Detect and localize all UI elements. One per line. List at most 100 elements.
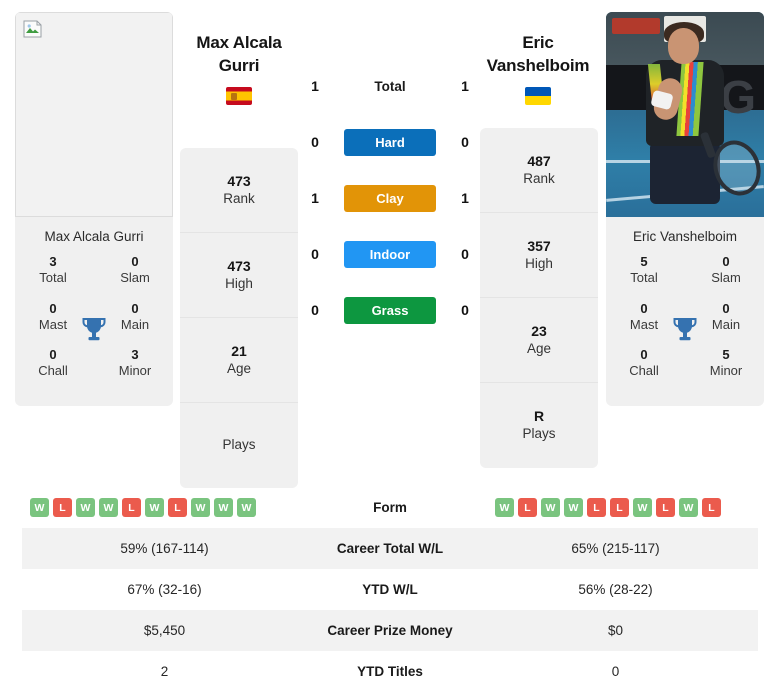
form-badge-loss: L bbox=[122, 498, 141, 517]
value: 3 bbox=[131, 347, 139, 362]
titles-chall-left: 0 Chall bbox=[21, 347, 85, 380]
surface-left-count: 0 bbox=[311, 134, 319, 150]
form-badge-win: W bbox=[495, 498, 514, 517]
label: High bbox=[225, 275, 253, 291]
banner-logo-letter: G bbox=[720, 70, 756, 123]
value: 473 bbox=[227, 257, 251, 274]
label: Plays bbox=[522, 426, 556, 442]
player-comparison-area: Max Alcala Gurri 3 Total 0 Slam 0 Mast 0… bbox=[0, 0, 779, 488]
trophy-icon bbox=[82, 318, 106, 341]
stat-column-right: 487 Rank 357 High 23 Age R Plays bbox=[480, 128, 598, 468]
career-prize-money-left: $5,450 bbox=[143, 623, 186, 638]
value: 0 bbox=[49, 347, 57, 362]
table-row-ytd-wl: 67% (32-16) YTD W/L 56% (28-22) bbox=[22, 569, 758, 610]
flag-ukraine-icon bbox=[525, 87, 551, 106]
stat-high-left: 473 High bbox=[180, 233, 298, 318]
value: 0 bbox=[640, 347, 648, 362]
form-cell-left: WLWWLWLWWW bbox=[22, 487, 307, 528]
surface-left-count: 1 bbox=[311, 190, 319, 206]
surface-left-count: 1 bbox=[311, 78, 319, 94]
titles-row: 5 Total 0 Slam bbox=[606, 254, 764, 287]
table-row-career-prize-money: $5,450 Career Prize Money $0 bbox=[22, 610, 758, 651]
value: 21 bbox=[231, 342, 247, 359]
surface-right-count: 0 bbox=[461, 246, 469, 262]
row-label-ytd-wl: YTD W/L bbox=[362, 582, 418, 597]
player-heading-left: Max Alcala Gurri bbox=[164, 32, 314, 106]
label: Minor bbox=[709, 363, 743, 379]
table-row-career-total-wl: 59% (167-114) Career Total W/L 65% (215-… bbox=[22, 528, 758, 569]
surface-row-indoor: 0 Indoor 0 bbox=[303, 226, 477, 282]
row-label-form: Form bbox=[373, 500, 407, 515]
form-badges-left: WLWWLWLWWW bbox=[22, 498, 307, 517]
surface-label-indoor[interactable]: Indoor bbox=[344, 240, 436, 268]
titles-grid-left: 3 Total 0 Slam 0 Mast 0 Main 0 Chall 3 M… bbox=[15, 254, 173, 406]
form-badge-loss: L bbox=[168, 498, 187, 517]
ytd-titles-left: 2 bbox=[160, 664, 169, 679]
player-head bbox=[668, 28, 699, 64]
player-card-left[interactable]: Max Alcala Gurri 3 Total 0 Slam 0 Mast 0… bbox=[15, 12, 173, 406]
stat-column-left: 473 Rank 473 High 21 Age Plays bbox=[180, 148, 298, 488]
label: Rank bbox=[523, 170, 555, 186]
surface-comparison-column: 1 Total 1 0 Hard 0 1 Clay 1 0 Indoor 0 0… bbox=[303, 58, 477, 338]
table-row-form: WLWWLWLWWW Form WLWWLLWLWL bbox=[22, 487, 758, 528]
form-badge-loss: L bbox=[518, 498, 537, 517]
form-badge-loss: L bbox=[702, 498, 721, 517]
titles-mast-left: 0 Mast bbox=[21, 301, 85, 334]
surface-label-hard[interactable]: Hard bbox=[344, 128, 436, 156]
surface-right-count: 1 bbox=[461, 190, 469, 206]
form-badge-win: W bbox=[541, 498, 560, 517]
value: R bbox=[533, 408, 545, 425]
stat-plays-right: R Plays bbox=[480, 383, 598, 468]
form-badge-loss: L bbox=[53, 498, 72, 517]
form-badge-win: W bbox=[679, 498, 698, 517]
form-badge-loss: L bbox=[610, 498, 629, 517]
player-card-right[interactable]: G Eric Vanshelboim 5 Total 0 Slam 0 Mast… bbox=[606, 12, 764, 406]
row-label-career-prize-money: Career Prize Money bbox=[327, 623, 453, 638]
titles-chall-right: 0 Chall bbox=[612, 347, 676, 380]
flag-spain-icon bbox=[226, 87, 252, 106]
stat-age-right: 23 Age bbox=[480, 298, 598, 383]
label: Minor bbox=[118, 363, 152, 379]
surface-label-grass[interactable]: Grass bbox=[344, 296, 436, 324]
name-line-2: Vanshelboim bbox=[486, 55, 590, 75]
name-line-1: Max Alcala bbox=[196, 33, 282, 52]
label: Slam bbox=[120, 270, 150, 286]
surface-label-clay[interactable]: Clay bbox=[344, 184, 436, 212]
player-photo-left bbox=[15, 12, 173, 217]
surface-right-count: 0 bbox=[461, 134, 469, 150]
value: 0 bbox=[131, 300, 139, 316]
form-badge-loss: L bbox=[587, 498, 606, 517]
form-badge-win: W bbox=[30, 498, 49, 517]
surface-row-grass: 0 Grass 0 bbox=[303, 282, 477, 338]
label: Slam bbox=[711, 270, 741, 286]
value: 0 bbox=[131, 254, 139, 269]
player-photo-right: G bbox=[606, 12, 764, 217]
titles-grid-right: 5 Total 0 Slam 0 Mast 0 Main 0 Chall 5 M… bbox=[606, 254, 764, 406]
form-badge-win: W bbox=[564, 498, 583, 517]
label: Main bbox=[711, 316, 741, 332]
label: Plays bbox=[222, 437, 256, 453]
player-card-caption-left: Max Alcala Gurri bbox=[44, 229, 144, 244]
titles-total-left: 3 Total bbox=[21, 254, 85, 287]
value: 473 bbox=[227, 172, 251, 189]
stat-rank-right: 487 Rank bbox=[480, 128, 598, 213]
surface-row-total: 1 Total 1 bbox=[303, 58, 477, 114]
titles-minor-right: 5 Minor bbox=[694, 347, 758, 380]
label: Chall bbox=[38, 363, 68, 379]
surface-left-count: 0 bbox=[311, 246, 319, 262]
form-badges-right: WLWWLLWLWL bbox=[473, 498, 758, 517]
form-badge-win: W bbox=[99, 498, 118, 517]
form-badge-win: W bbox=[633, 498, 652, 517]
career-prize-money-right: $0 bbox=[607, 623, 624, 638]
ytd-wl-right: 56% (28-22) bbox=[578, 582, 653, 597]
surface-label-total: Total bbox=[374, 78, 406, 94]
comparison-stats-table: WLWWLWLWWW Form WLWWLLWLWL 59% (167-114)… bbox=[22, 487, 758, 692]
label: Total bbox=[39, 270, 67, 286]
label: Total bbox=[630, 270, 658, 286]
player-heading-right: Eric Vanshelboim bbox=[463, 32, 613, 106]
stat-age-left: 21 Age bbox=[180, 318, 298, 403]
label: High bbox=[525, 255, 553, 271]
value: 0 bbox=[49, 300, 57, 316]
broken-image-icon bbox=[23, 20, 42, 38]
player-name-left: Max Alcala Gurri bbox=[164, 32, 314, 77]
